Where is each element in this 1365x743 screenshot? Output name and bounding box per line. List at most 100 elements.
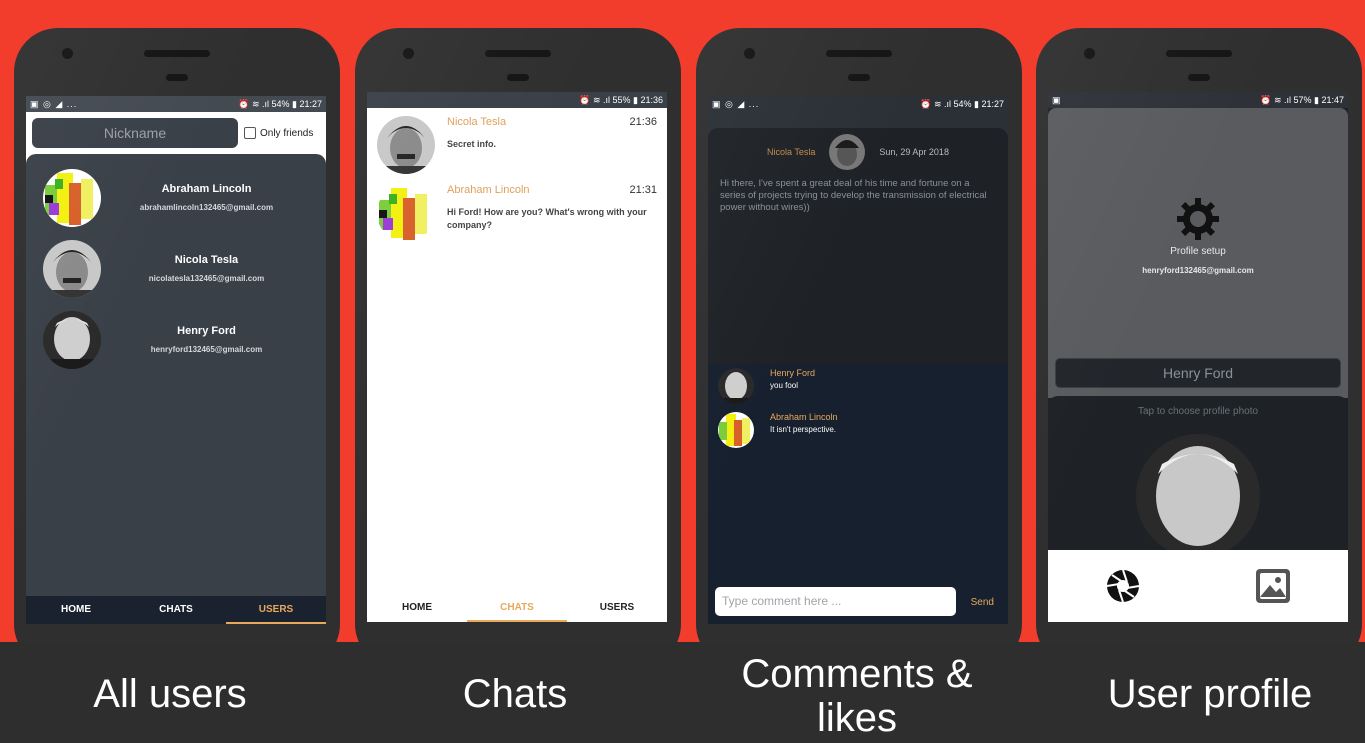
- phone-comments: ▣ ◎ ◢ ... ⏰ ≋ .ıl 54% ▮ 21:27 Nicola Tes…: [696, 28, 1022, 668]
- lincoln-pixel-avatar-icon: [43, 168, 101, 227]
- phone-chats: ⏰ ≋ .ıl 55% ▮ 21:36 Nicola Tesla 21:36 S…: [355, 28, 681, 668]
- front-camera: [744, 48, 755, 59]
- chat-name: Abraham Lincoln: [447, 184, 530, 196]
- front-camera: [1084, 48, 1095, 59]
- status-left-icons: ▣: [1052, 94, 1062, 105]
- user-email: nicolatesla132465@gmail.com: [148, 274, 265, 283]
- user-name: Abraham Lincoln: [161, 183, 252, 195]
- user-info: Henry Ford henryford132465@gmail.com: [101, 325, 326, 354]
- chat-message: Hi Ford! How are you? What's wrong with …: [447, 206, 657, 232]
- tab-chats[interactable]: CHATS: [467, 594, 567, 622]
- status-left-icons: ▣ ◎ ◢ ...: [712, 98, 760, 109]
- earpiece-speaker: [1166, 50, 1232, 57]
- chat-info: Abraham Lincoln 21:31 Hi Ford! How are y…: [435, 184, 657, 236]
- send-button[interactable]: Send: [971, 597, 994, 608]
- lincoln-pixel-avatar-icon: [377, 184, 435, 242]
- avatar: [43, 239, 101, 298]
- post-date: Sun, 29 Apr 2018: [879, 147, 949, 157]
- ford-portrait-icon: [1136, 434, 1260, 558]
- chat-message-line: Hi Ford! How are you? What's wrong with …: [447, 207, 647, 217]
- user-email: abrahamlincoln132465@gmail.com: [139, 203, 274, 212]
- gallery-image-icon[interactable]: [1254, 567, 1292, 605]
- profile-photo[interactable]: [1136, 434, 1260, 558]
- only-friends-label: Only friends: [260, 127, 314, 139]
- chat-row[interactable]: Abraham Lincoln 21:31 Hi Ford! How are y…: [367, 176, 667, 244]
- tesla-portrait-icon: [829, 134, 866, 170]
- profile-email: henryford132465@gmail.com: [1142, 266, 1254, 275]
- avatar: [43, 310, 101, 369]
- proximity-sensor: [166, 74, 188, 81]
- gear-icon[interactable]: [1175, 196, 1221, 242]
- only-friends-toggle[interactable]: Only friends: [244, 127, 313, 139]
- lincoln-pixel-avatar-icon: [718, 412, 754, 448]
- comment-input[interactable]: Type comment here ...: [715, 587, 956, 616]
- chat-time: 21:31: [629, 184, 657, 196]
- comment-text: you fool: [770, 381, 799, 390]
- photo-actions: [1048, 550, 1348, 622]
- avatar: [718, 368, 754, 404]
- user-name: Henry Ford: [177, 325, 236, 337]
- avatar: [377, 184, 435, 242]
- tab-users[interactable]: USERS: [226, 596, 326, 624]
- caption-user-profile: User profile: [1107, 672, 1313, 716]
- phone-user-profile: ▣ ⏰ ≋ .ıl 57% ▮ 21:47 Profile setup henr…: [1036, 28, 1362, 668]
- chat-name: Nicola Tesla: [447, 116, 507, 128]
- status-right-info: ⏰ ≋ .ıl 57% ▮ 21:47: [1260, 94, 1344, 105]
- chat-message-line: company?: [447, 220, 493, 230]
- tab-chats[interactable]: CHATS: [126, 596, 226, 624]
- tab-home[interactable]: HOME: [367, 594, 467, 622]
- comments-list: Henry Ford you fool Abraham Lincoln It i…: [708, 364, 1008, 624]
- list-item[interactable]: Henry Ford henryford132465@gmail.com: [26, 304, 326, 375]
- post-text: Hi there, I've spent a great deal of his…: [720, 178, 987, 213]
- comment-body: Abraham Lincoln It isn't perspective.: [754, 412, 838, 448]
- status-right-info: ⏰ ≋ .ıl 54% ▮ 21:27: [920, 98, 1004, 109]
- tesla-portrait-icon: [43, 239, 101, 298]
- profile-photo-panel[interactable]: Tap to choose profile photo: [1048, 396, 1348, 558]
- ford-portrait-icon: [43, 310, 101, 369]
- tap-hint: Tap to choose profile photo: [1137, 406, 1259, 417]
- comment-item: Henry Ford you fool: [708, 364, 1008, 408]
- earpiece-speaker: [485, 50, 551, 57]
- all-users-screen: ▣ ◎ ◢ ... ⏰ ≋ .ıl 54% ▮ 21:27 Nickname O…: [26, 96, 326, 624]
- caption-chats: Chats: [462, 672, 568, 716]
- caption-comments: Comments & likes: [741, 652, 973, 740]
- tab-users[interactable]: USERS: [567, 594, 667, 622]
- comment-author: Henry Ford: [770, 368, 816, 378]
- profile-setup-label: Profile setup: [1170, 246, 1226, 257]
- comment-text: It isn't perspective.: [770, 425, 836, 434]
- status-bar: ▣ ◎ ◢ ... ⏰ ≋ .ıl 54% ▮ 21:27: [708, 96, 1008, 112]
- name-input[interactable]: Henry Ford: [1055, 358, 1341, 388]
- status-right-info: ⏰ ≋ .ıl 54% ▮ 21:27: [238, 98, 322, 109]
- list-item[interactable]: Abraham Lincoln abrahamlincoln132465@gma…: [26, 162, 326, 233]
- avatar: [718, 412, 754, 448]
- proximity-sensor: [507, 74, 529, 81]
- chat-message: Secret info.: [447, 139, 497, 149]
- bottom-tabs: HOME CHATS USERS: [26, 596, 326, 624]
- tab-home[interactable]: HOME: [26, 596, 126, 624]
- profile-header-card: Profile setup henryford132465@gmail.com: [1048, 108, 1348, 398]
- camera-aperture-icon[interactable]: [1105, 568, 1141, 604]
- comment-author: Abraham Lincoln: [770, 412, 838, 422]
- caption-all-users: All users: [93, 672, 247, 716]
- nickname-input[interactable]: Nickname: [32, 118, 238, 148]
- ford-portrait-icon: [718, 368, 754, 404]
- chat-row[interactable]: Nicola Tesla 21:36 Secret info.: [367, 108, 667, 176]
- list-item[interactable]: Nicola Tesla nicolatesla132465@gmail.com: [26, 233, 326, 304]
- chat-info: Nicola Tesla 21:36 Secret info.: [435, 116, 657, 168]
- earpiece-speaker: [826, 50, 892, 57]
- chat-header: Nicola Tesla 21:36: [447, 116, 657, 128]
- checkbox[interactable]: [244, 127, 256, 139]
- status-bar: ⏰ ≋ .ıl 55% ▮ 21:36: [367, 92, 667, 108]
- phone-all-users: ▣ ◎ ◢ ... ⏰ ≋ .ıl 54% ▮ 21:27 Nickname O…: [14, 28, 340, 668]
- proximity-sensor: [1188, 74, 1210, 81]
- user-info: Abraham Lincoln abrahamlincoln132465@gma…: [101, 183, 326, 212]
- comments-screen: ▣ ◎ ◢ ... ⏰ ≋ .ıl 54% ▮ 21:27 Nicola Tes…: [708, 96, 1008, 624]
- avatar: [377, 116, 435, 174]
- chat-time: 21:36: [629, 116, 657, 128]
- post-header: Nicola Tesla Sun, 29 Apr 2018: [708, 134, 1008, 170]
- profile-screen: ▣ ⏰ ≋ .ıl 57% ▮ 21:47 Profile setup henr…: [1048, 92, 1348, 622]
- comment-item: Abraham Lincoln It isn't perspective.: [708, 408, 1008, 452]
- user-email: henryford132465@gmail.com: [150, 345, 263, 354]
- proximity-sensor: [848, 74, 870, 81]
- post-author: Nicola Tesla: [767, 147, 816, 157]
